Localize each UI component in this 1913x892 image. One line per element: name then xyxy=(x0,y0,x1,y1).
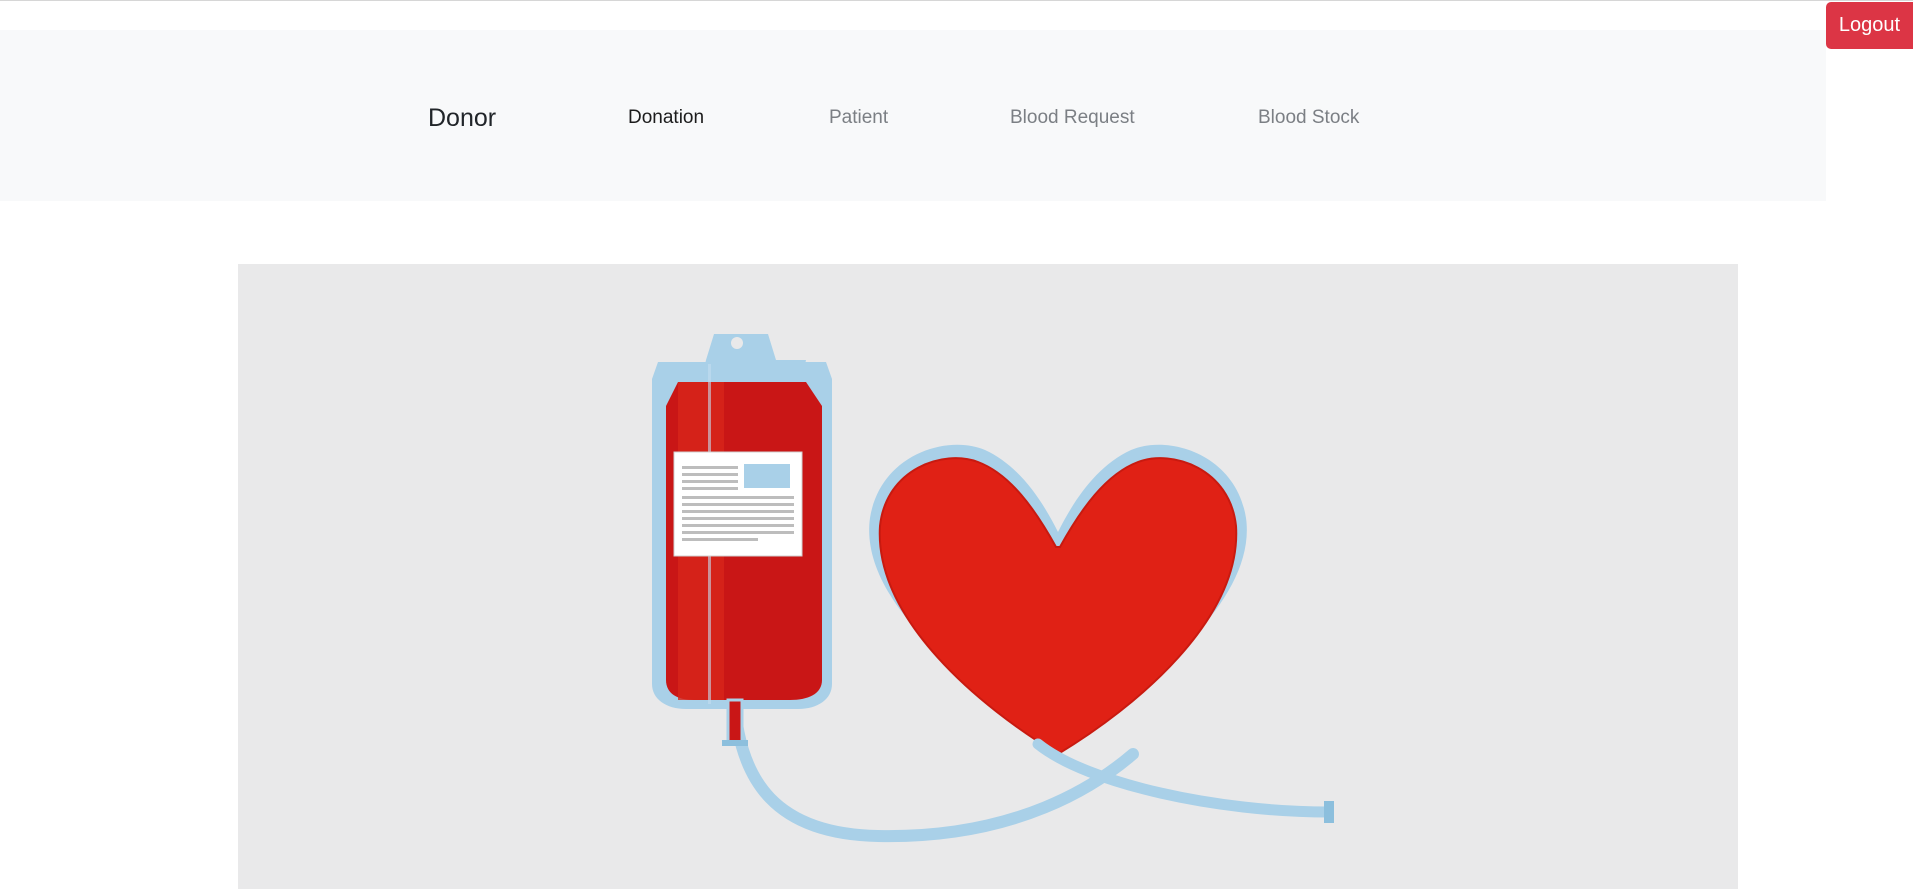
label-blue-box xyxy=(744,464,790,488)
nav-link-donation[interactable]: Donation xyxy=(628,107,704,129)
hero-banner xyxy=(238,264,1738,889)
blood-donation-illustration xyxy=(652,334,1334,843)
hanger-hole xyxy=(731,337,743,349)
tube-end-connector xyxy=(1324,801,1334,823)
nav-link-patient[interactable]: Patient xyxy=(829,107,888,129)
heart-shape xyxy=(878,457,1238,756)
blood-bag-outlet xyxy=(726,698,744,746)
nav-link-blood-stock[interactable]: Blood Stock xyxy=(1258,107,1359,129)
top-navbar: Donor Donation Patient Blood Request Blo… xyxy=(0,30,1826,201)
nav-link-blood-request[interactable]: Blood Request xyxy=(1010,107,1135,129)
outlet-clamp xyxy=(722,740,748,746)
blood-tube-tail xyxy=(1032,738,1334,818)
navbar-brand-donor[interactable]: Donor xyxy=(428,104,496,133)
logout-button[interactable]: Logout xyxy=(1826,2,1913,49)
top-border-line xyxy=(0,0,1913,1)
